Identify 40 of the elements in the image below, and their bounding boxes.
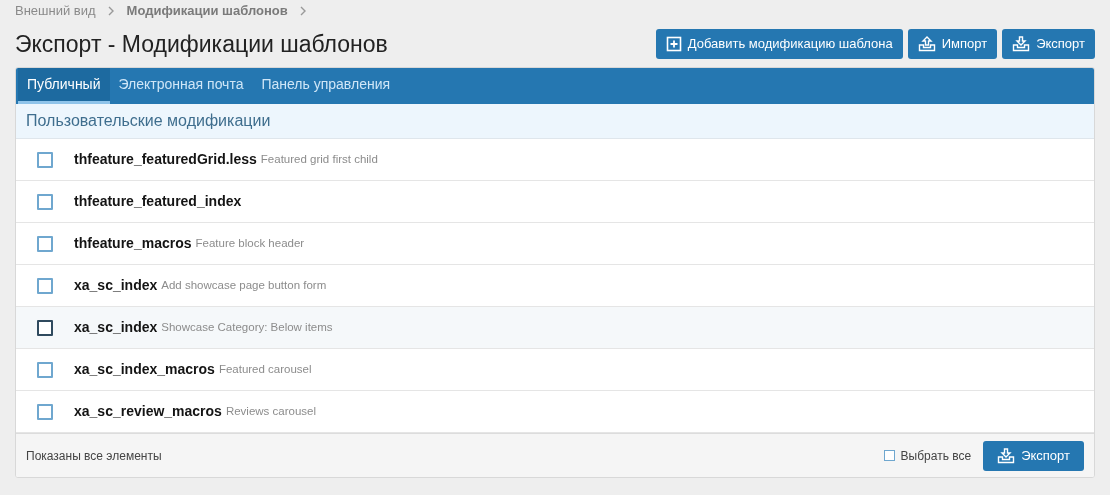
page-title: Экспорт - Модификации шаблонов	[15, 29, 388, 59]
template-name: xa_sc_index_macros	[74, 360, 215, 379]
template-name: thfeature_macros	[74, 234, 192, 253]
checkbox[interactable]	[36, 361, 53, 378]
template-description: Showcase Category: Below items	[161, 319, 333, 335]
chevron-icon	[107, 6, 115, 16]
upload-tray-icon	[917, 36, 936, 52]
checkbox[interactable]	[36, 235, 53, 252]
breadcrumb-link[interactable]: Модификации шаблонов	[126, 1, 288, 21]
tab[interactable]: Панель управления	[252, 68, 400, 104]
template-name: xa_sc_index	[74, 276, 158, 295]
section-title: Пользовательские модификации	[16, 104, 1094, 139]
checkbox[interactable]	[36, 151, 53, 168]
template-description: Add showcase page button form	[161, 277, 327, 293]
download-tray-icon	[997, 447, 1016, 464]
template-name: xa_sc_review_macros	[74, 402, 222, 421]
download-tray-icon	[1012, 36, 1031, 52]
tab[interactable]: Электронная почта	[109, 68, 253, 104]
breadcrumb-link[interactable]: Внешний вид	[15, 1, 96, 21]
plus-square-icon	[665, 36, 682, 52]
import-button[interactable]: Импорт	[907, 29, 998, 59]
template-name: thfeature_featuredGrid.less	[74, 150, 257, 169]
template-description: Featured carousel	[218, 361, 312, 377]
template-description: Featured grid first child	[260, 151, 378, 167]
list-row[interactable]: xa_sc_index Showcase Category: Below items	[16, 307, 1094, 349]
export-button[interactable]: Экспорт	[983, 440, 1084, 471]
checkbox[interactable]	[36, 403, 53, 420]
template-description: Reviews carousel	[225, 403, 317, 419]
checkbox[interactable]	[36, 319, 53, 336]
add-button[interactable]: Добавить модификацию шаблона	[655, 29, 903, 59]
template-name: thfeature_featured_index	[74, 192, 242, 211]
template-name: xa_sc_index	[74, 318, 158, 337]
status-text: Показаны все элементы	[26, 447, 162, 465]
checkbox[interactable]	[36, 277, 53, 294]
template-description: Feature block header	[195, 235, 305, 251]
tab[interactable]: Публичный	[18, 68, 110, 104]
checkbox[interactable]	[36, 193, 53, 210]
chevron-icon	[299, 6, 307, 16]
export-button[interactable]: Экспорт	[1002, 29, 1095, 59]
select-all-checkbox[interactable]: Выбрать все	[883, 446, 972, 465]
